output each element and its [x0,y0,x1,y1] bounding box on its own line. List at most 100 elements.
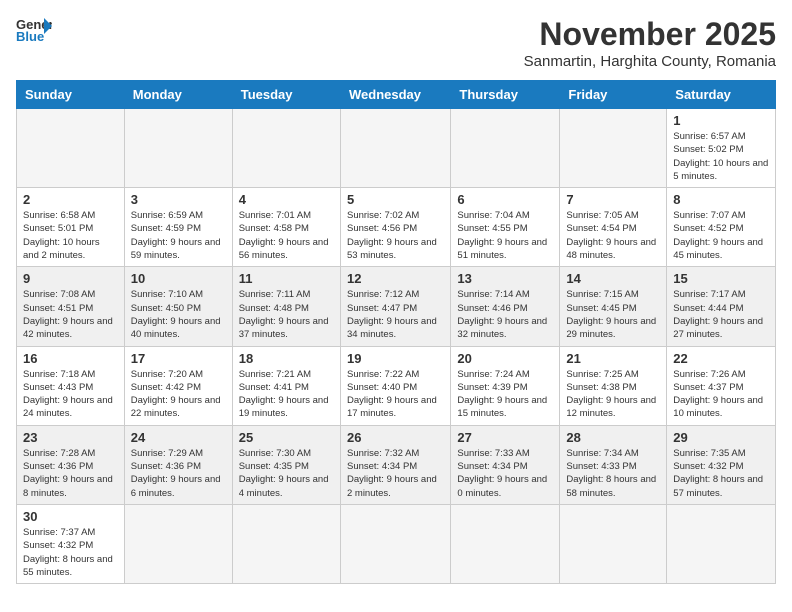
day-info: Sunrise: 7:35 AM Sunset: 4:32 PM Dayligh… [673,447,769,500]
day-info: Sunrise: 7:30 AM Sunset: 4:35 PM Dayligh… [239,447,334,500]
day-info: Sunrise: 7:08 AM Sunset: 4:51 PM Dayligh… [23,288,118,341]
table-row [667,504,776,583]
day-number: 17 [131,351,226,366]
day-info: Sunrise: 6:59 AM Sunset: 4:59 PM Dayligh… [131,209,226,262]
day-number: 9 [23,271,118,286]
calendar-week-row: 9 Sunrise: 7:08 AM Sunset: 4:51 PM Daylig… [17,267,776,346]
day-info: Sunrise: 7:29 AM Sunset: 4:36 PM Dayligh… [131,447,226,500]
table-row: 2 Sunrise: 6:58 AM Sunset: 5:01 PM Daylig… [17,188,125,267]
svg-text:Blue: Blue [16,29,44,44]
table-row: 27 Sunrise: 7:33 AM Sunset: 4:34 PM Dayli… [451,425,560,504]
day-info: Sunrise: 7:34 AM Sunset: 4:33 PM Dayligh… [566,447,660,500]
day-number: 11 [239,271,334,286]
title-area: November 2025 Sanmartin, Harghita County… [524,16,776,70]
day-info: Sunrise: 7:32 AM Sunset: 4:34 PM Dayligh… [347,447,444,500]
calendar-header-row: Sunday Monday Tuesday Wednesday Thursday… [17,81,776,109]
day-info: Sunrise: 7:02 AM Sunset: 4:56 PM Dayligh… [347,209,444,262]
header-sunday: Sunday [17,81,125,109]
day-info: Sunrise: 7:25 AM Sunset: 4:38 PM Dayligh… [566,368,660,421]
month-title: November 2025 [524,16,776,53]
table-row: 5 Sunrise: 7:02 AM Sunset: 4:56 PM Daylig… [340,188,450,267]
day-number: 30 [23,509,118,524]
day-info: Sunrise: 7:05 AM Sunset: 4:54 PM Dayligh… [566,209,660,262]
header-monday: Monday [124,81,232,109]
header-friday: Friday [560,81,667,109]
day-number: 21 [566,351,660,366]
table-row [124,504,232,583]
day-info: Sunrise: 7:07 AM Sunset: 4:52 PM Dayligh… [673,209,769,262]
day-info: Sunrise: 7:33 AM Sunset: 4:34 PM Dayligh… [457,447,553,500]
table-row: 12Sunrise: 7:12 AM Sunset: 4:47 PM Dayli… [340,267,450,346]
day-info: Sunrise: 7:11 AM Sunset: 4:48 PM Dayligh… [239,288,334,341]
table-row: 1 Sunrise: 6:57 AM Sunset: 5:02 PM Daylig… [667,109,776,188]
table-row [560,109,667,188]
day-info: Sunrise: 6:58 AM Sunset: 5:01 PM Dayligh… [23,209,118,262]
day-info: Sunrise: 7:14 AM Sunset: 4:46 PM Dayligh… [457,288,553,341]
table-row: 22Sunrise: 7:26 AM Sunset: 4:37 PM Dayli… [667,346,776,425]
table-row: 3 Sunrise: 6:59 AM Sunset: 4:59 PM Daylig… [124,188,232,267]
table-row: 6 Sunrise: 7:04 AM Sunset: 4:55 PM Daylig… [451,188,560,267]
table-row: 25 Sunrise: 7:30 AM Sunset: 4:35 PM Dayli… [232,425,340,504]
table-row [560,504,667,583]
day-number: 27 [457,430,553,445]
table-row [451,109,560,188]
day-info: Sunrise: 7:21 AM Sunset: 4:41 PM Dayligh… [239,368,334,421]
day-info: Sunrise: 7:18 AM Sunset: 4:43 PM Dayligh… [23,368,118,421]
day-info: Sunrise: 7:26 AM Sunset: 4:37 PM Dayligh… [673,368,769,421]
table-row: 13 Sunrise: 7:14 AM Sunset: 4:46 PM Dayli… [451,267,560,346]
day-number: 3 [131,192,226,207]
table-row: 16 Sunrise: 7:18 AM Sunset: 4:43 PM Dayli… [17,346,125,425]
day-info: Sunrise: 7:28 AM Sunset: 4:36 PM Dayligh… [23,447,118,500]
day-info: Sunrise: 7:37 AM Sunset: 4:32 PM Dayligh… [23,526,118,579]
day-number: 6 [457,192,553,207]
table-row: 24Sunrise: 7:29 AM Sunset: 4:36 PM Dayli… [124,425,232,504]
header-saturday: Saturday [667,81,776,109]
day-number: 25 [239,430,334,445]
table-row [451,504,560,583]
table-row: 8 Sunrise: 7:07 AM Sunset: 4:52 PM Daylig… [667,188,776,267]
day-number: 18 [239,351,334,366]
day-info: Sunrise: 7:04 AM Sunset: 4:55 PM Dayligh… [457,209,553,262]
day-number: 16 [23,351,118,366]
table-row: 20 Sunrise: 7:24 AM Sunset: 4:39 PM Dayli… [451,346,560,425]
day-info: Sunrise: 7:01 AM Sunset: 4:58 PM Dayligh… [239,209,334,262]
day-number: 23 [23,430,118,445]
day-number: 10 [131,271,226,286]
day-number: 13 [457,271,553,286]
logo: General Blue [16,16,52,44]
table-row: 9 Sunrise: 7:08 AM Sunset: 4:51 PM Daylig… [17,267,125,346]
day-number: 15 [673,271,769,286]
day-info: Sunrise: 6:57 AM Sunset: 5:02 PM Dayligh… [673,130,769,183]
table-row [17,109,125,188]
logo-icon: General Blue [16,16,52,44]
day-number: 1 [673,113,769,128]
day-number: 29 [673,430,769,445]
day-number: 28 [566,430,660,445]
table-row: 11 Sunrise: 7:11 AM Sunset: 4:48 PM Dayli… [232,267,340,346]
table-row: 15Sunrise: 7:17 AM Sunset: 4:44 PM Dayli… [667,267,776,346]
day-info: Sunrise: 7:24 AM Sunset: 4:39 PM Dayligh… [457,368,553,421]
day-number: 14 [566,271,660,286]
table-row: 19 Sunrise: 7:22 AM Sunset: 4:40 PM Dayli… [340,346,450,425]
table-row: 10 Sunrise: 7:10 AM Sunset: 4:50 PM Dayli… [124,267,232,346]
table-row: 21 Sunrise: 7:25 AM Sunset: 4:38 PM Dayli… [560,346,667,425]
day-info: Sunrise: 7:20 AM Sunset: 4:42 PM Dayligh… [131,368,226,421]
day-number: 20 [457,351,553,366]
day-number: 2 [23,192,118,207]
day-info: Sunrise: 7:10 AM Sunset: 4:50 PM Dayligh… [131,288,226,341]
day-number: 26 [347,430,444,445]
day-number: 7 [566,192,660,207]
table-row [232,504,340,583]
header-tuesday: Tuesday [232,81,340,109]
table-row: 4Sunrise: 7:01 AM Sunset: 4:58 PM Daylig… [232,188,340,267]
day-number: 19 [347,351,444,366]
table-row: 26 Sunrise: 7:32 AM Sunset: 4:34 PM Dayli… [340,425,450,504]
page-header: General Blue November 2025 Sanmartin, Ha… [16,16,776,70]
day-number: 5 [347,192,444,207]
day-info: Sunrise: 7:22 AM Sunset: 4:40 PM Dayligh… [347,368,444,421]
table-row [340,109,450,188]
table-row [340,504,450,583]
calendar-week-row: 1 Sunrise: 6:57 AM Sunset: 5:02 PM Daylig… [17,109,776,188]
header-wednesday: Wednesday [340,81,450,109]
day-number: 8 [673,192,769,207]
